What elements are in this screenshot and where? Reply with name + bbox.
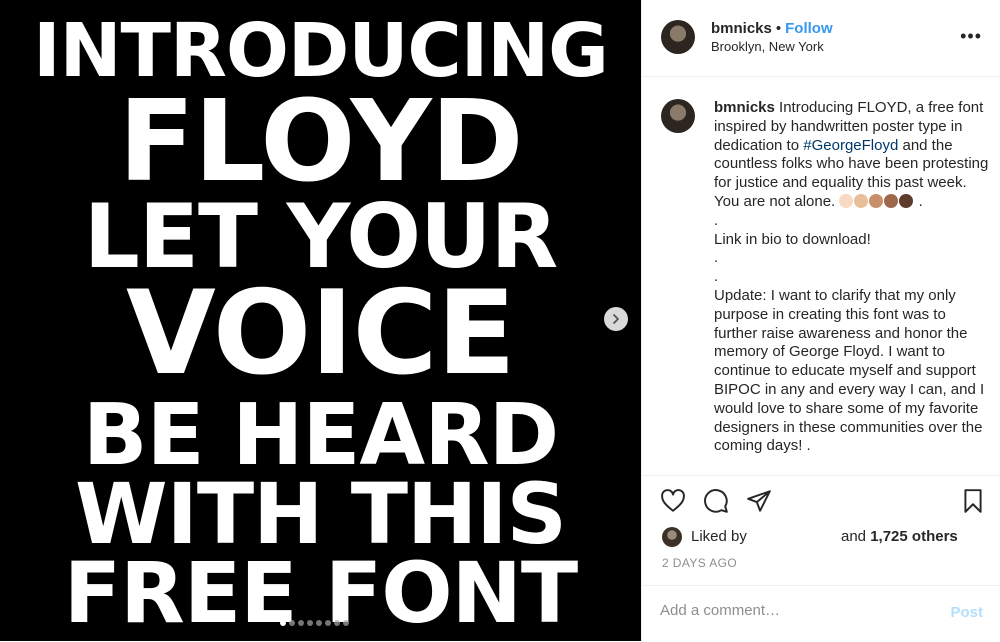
caption-dot: . — [714, 249, 719, 267]
caption-dot: . — [714, 211, 719, 229]
caption-emoji-period: . — [918, 192, 923, 210]
hashtag-link[interactable]: #GeorgeFloyd — [803, 137, 898, 154]
carousel-dot — [316, 620, 322, 626]
likes-and: and — [841, 528, 867, 545]
caption-username[interactable]: bmnicks — [714, 99, 775, 116]
liked-by-label: Liked by — [691, 528, 747, 545]
likes-others[interactable]: 1,725 others — [870, 528, 958, 545]
likes-summary: Liked by and 1,725 others — [662, 526, 992, 548]
post-side-panel: bmnicks • Follow Brooklyn, New York ••• bm… — [641, 0, 1000, 641]
carousel-dot — [289, 620, 295, 626]
caption-avatar[interactable] — [661, 99, 695, 133]
fist-emoji — [839, 193, 854, 208]
comment-bar: Post — [642, 585, 1000, 642]
comment-input[interactable] — [660, 602, 920, 619]
header-separator: • — [775, 20, 782, 37]
follow-button[interactable]: Follow — [785, 20, 833, 37]
fist-emoji — [854, 193, 869, 208]
caption-dot: . — [714, 268, 719, 286]
header-location[interactable]: Brooklyn, New York — [711, 39, 824, 54]
share-button[interactable] — [746, 488, 772, 519]
action-bar — [642, 475, 1000, 526]
comment-button[interactable] — [703, 488, 729, 519]
caption-scroll-area[interactable]: bmnicks Introducing FLOYD, a free font i… — [642, 77, 1000, 475]
comment-bubble-icon — [704, 489, 728, 513]
post-timestamp[interactable]: 2 DAYS AGO — [662, 556, 737, 570]
caption-update: Update: I want to clarify that my only p… — [714, 286, 985, 455]
fist-emoji — [869, 193, 884, 208]
carousel-dot — [325, 620, 331, 626]
liker-avatar[interactable] — [662, 527, 682, 547]
carousel-dot — [307, 620, 313, 626]
caption-link-line: Link in bio to download! — [714, 230, 871, 248]
carousel-dot — [280, 620, 286, 626]
carousel-next-button[interactable] — [604, 307, 628, 331]
chevron-right-icon — [613, 314, 619, 324]
carousel-dot — [298, 620, 304, 626]
carousel-dot — [343, 620, 349, 626]
carousel-indicator — [280, 620, 349, 626]
bookmark-icon — [964, 489, 982, 513]
heart-icon — [661, 489, 685, 512]
carousel-dot — [334, 620, 340, 626]
caption-text: bmnicks Introducing FLOYD, a free font i… — [714, 99, 992, 456]
more-options-icon[interactable]: ••• — [960, 26, 982, 47]
post-header: bmnicks • Follow Brooklyn, New York ••• — [642, 0, 1000, 77]
post-image[interactable]: INTRODUCING FLOYD LET YOUR VOICE BE HEAR… — [0, 0, 641, 641]
post-comment-button[interactable]: Post — [950, 604, 983, 621]
header-user-line: bmnicks • Follow — [711, 20, 833, 37]
poster-line-voice: VOICE — [126, 266, 516, 401]
avatar[interactable] — [661, 20, 695, 54]
raised-fists-emoji — [839, 193, 914, 210]
header-username[interactable]: bmnicks — [711, 20, 772, 37]
like-button[interactable] — [660, 488, 686, 519]
fist-emoji — [884, 193, 899, 208]
poster-line-floyd: FLOYD — [118, 77, 523, 207]
save-button[interactable] — [960, 488, 986, 519]
fist-emoji — [899, 193, 914, 208]
paper-plane-icon — [747, 490, 771, 512]
likes-count[interactable]: and 1,725 others — [841, 528, 958, 545]
